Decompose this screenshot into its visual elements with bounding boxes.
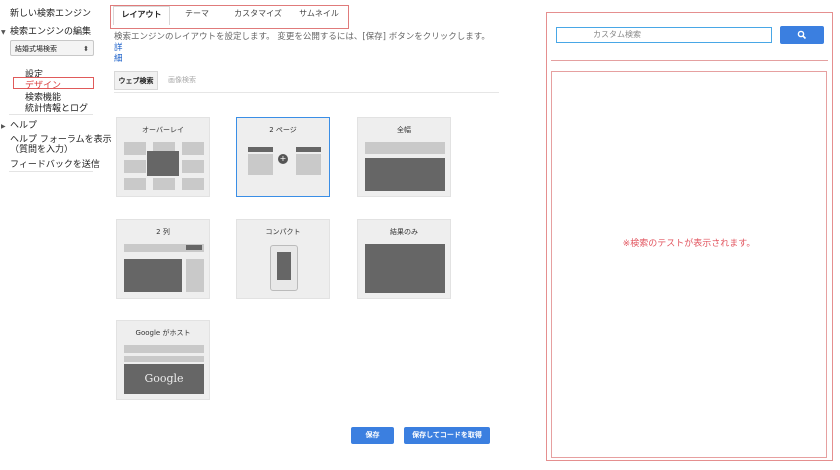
preview-message: ※検索のテストが表示されます。 xyxy=(622,239,756,249)
tab-thumbnail[interactable]: サムネイル xyxy=(294,6,344,24)
phone-screen xyxy=(277,252,291,280)
layout-block xyxy=(365,244,445,293)
layout-label: 2 ページ xyxy=(269,126,297,134)
preview-results-area xyxy=(551,71,827,458)
layout-block xyxy=(186,259,204,292)
layout-block xyxy=(182,178,204,190)
preview-search-input[interactable]: カスタム検索 xyxy=(556,27,772,43)
chevron-down-icon: ▼ xyxy=(1,29,6,36)
layout-label: コンパクト xyxy=(265,228,301,236)
layout-description: 検索エンジンのレイアウトを設定します。 変更を公開するには、[保存] ボタンをク… xyxy=(114,32,494,65)
layout-label: Google がホスト xyxy=(135,329,191,337)
layout-block xyxy=(248,147,273,152)
feedback-link[interactable]: フィードバックを送信 xyxy=(10,157,100,170)
layout-block xyxy=(124,178,146,190)
new-engine-link[interactable]: 新しい検索エンジン xyxy=(10,6,91,19)
preview-search-button[interactable] xyxy=(780,26,824,44)
tab-layout[interactable]: レイアウト xyxy=(113,6,170,25)
google-logo: Google xyxy=(124,364,204,394)
details-link[interactable]: 詳 xyxy=(114,43,123,53)
plus-icon: + xyxy=(278,154,288,164)
layout-card-two-column[interactable]: 2 列 xyxy=(116,219,210,299)
sidebar-divider xyxy=(9,171,93,172)
layout-block xyxy=(186,245,202,250)
layout-label: オーバーレイ xyxy=(142,126,184,134)
chevron-right-icon: ▶ xyxy=(1,123,6,130)
layout-block xyxy=(365,142,445,154)
edit-engine-section[interactable]: ▼ 検索エンジンの編集 xyxy=(1,24,91,37)
help-label: ヘルプ xyxy=(10,121,38,131)
layout-block xyxy=(124,160,146,173)
layout-card-two-page[interactable]: 2 ページ + xyxy=(236,117,330,197)
sidebar-divider xyxy=(9,114,93,115)
preview-divider xyxy=(551,60,828,61)
tab-theme[interactable]: テーマ xyxy=(176,6,218,24)
layout-block xyxy=(182,160,204,173)
engine-select[interactable]: 結婚式場検索 ⬍ xyxy=(10,40,94,56)
layout-card-google-hosted[interactable]: Google がホスト Google xyxy=(116,320,210,400)
layout-block xyxy=(124,259,182,292)
layout-label: 結果のみ xyxy=(390,228,418,236)
layout-block xyxy=(124,356,204,362)
layout-label: 全幅 xyxy=(397,126,411,134)
save-and-get-code-button[interactable]: 保存してコードを取得 xyxy=(404,427,490,444)
content-divider xyxy=(114,92,499,93)
sidebar-item-stats[interactable]: 統計情報とログ xyxy=(25,101,88,114)
layout-label: 2 列 xyxy=(156,228,170,236)
search-icon xyxy=(797,30,807,40)
layout-card-compact[interactable]: コンパクト xyxy=(236,219,330,299)
layout-card-overlay[interactable]: オーバーレイ xyxy=(116,117,210,197)
layout-card-results-only[interactable]: 結果のみ xyxy=(357,219,451,299)
layout-block xyxy=(124,142,146,155)
layout-block xyxy=(153,178,175,190)
layout-block xyxy=(124,345,204,353)
layout-block xyxy=(296,154,321,175)
select-arrows-icon: ⬍ xyxy=(83,45,89,53)
subtab-image-search[interactable]: 画像検索 xyxy=(160,71,204,90)
save-button[interactable]: 保存 xyxy=(351,427,394,444)
layout-block xyxy=(365,158,445,191)
edit-engine-label: 検索エンジンの編集 xyxy=(10,27,92,37)
layout-block xyxy=(296,147,321,152)
layout-card-full-width[interactable]: 全幅 xyxy=(357,117,451,197)
engine-select-value: 結婚式場検索 xyxy=(15,45,57,53)
description-text: 検索エンジンのレイアウトを設定します。 変更を公開するには、[保存] ボタンをク… xyxy=(114,32,490,42)
layout-block xyxy=(182,142,204,155)
details-link-wrap[interactable]: 細 xyxy=(114,54,123,64)
layout-block xyxy=(248,154,273,175)
overlay-block xyxy=(147,151,179,176)
help-forum-sub: （質問を入力） xyxy=(10,145,74,155)
subtab-web-search[interactable]: ウェブ検索 xyxy=(114,71,158,90)
tab-customize[interactable]: カスタマイズ xyxy=(228,6,288,24)
help-section[interactable]: ▶ ヘルプ xyxy=(1,118,37,131)
phone-icon xyxy=(270,245,298,291)
